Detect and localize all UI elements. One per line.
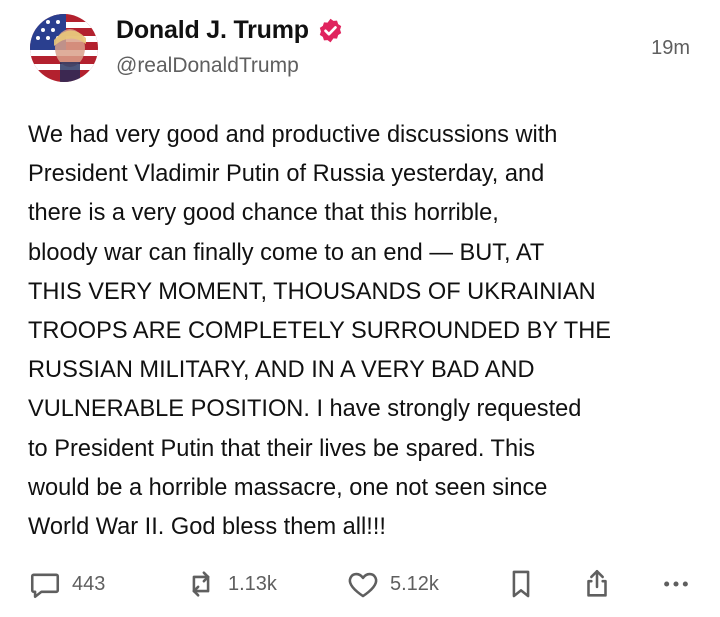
more-button[interactable] — [660, 566, 692, 602]
heart-icon — [346, 567, 380, 601]
share-icon — [580, 567, 614, 601]
more-icon — [660, 568, 692, 600]
post-line: We had very good and productive discussi… — [28, 122, 558, 148]
avatar-image — [30, 14, 98, 82]
author-handle[interactable]: @realDonaldTrump — [116, 54, 299, 78]
post-line: there is a very good chance that this ho… — [28, 200, 499, 227]
post-line: President Vladimir Putin of Russia yeste… — [28, 161, 545, 188]
post-line: TROOPS ARE COMPLETELY SURROUNDED BY THE — [28, 318, 611, 345]
verified-badge-icon — [317, 17, 344, 44]
retruth-button[interactable]: 1.13k — [184, 566, 277, 602]
reply-count: 443 — [72, 572, 106, 595]
bookmark-button[interactable] — [504, 566, 538, 602]
author-name[interactable]: Donald J. Trump — [116, 16, 309, 45]
author-row: Donald J. Trump — [116, 16, 344, 45]
retruth-count: 1.13k — [228, 572, 277, 595]
like-button[interactable]: 5.12k — [346, 566, 439, 602]
reply-button[interactable]: 443 — [28, 566, 105, 602]
post-timestamp[interactable]: 19m — [651, 37, 690, 60]
like-count: 5.12k — [390, 572, 439, 595]
avatar[interactable] — [30, 14, 98, 82]
retruth-icon — [184, 567, 218, 601]
reply-icon — [28, 567, 62, 601]
post-line: World War II. God bless them all!!! — [28, 514, 386, 541]
action-bar: 443 1.13k 5.12k — [28, 566, 692, 602]
post-body: We had very good and productive discussi… — [28, 116, 698, 547]
bookmark-icon — [504, 567, 538, 601]
share-button[interactable] — [580, 566, 614, 602]
post-line: RUSSIAN MILITARY, AND IN A VERY BAD AND — [28, 357, 535, 384]
post-line: THIS VERY MOMENT, THOUSANDS OF UKRAINIAN — [28, 278, 596, 305]
post-line: would be a horrible massacre, one not se… — [28, 474, 548, 501]
post-line: VULNERABLE POSITION. I have strongly req… — [28, 396, 582, 423]
post-line: to President Putin that their lives be s… — [28, 435, 536, 462]
post-line: bloody war can finally come to an end — … — [28, 239, 545, 266]
